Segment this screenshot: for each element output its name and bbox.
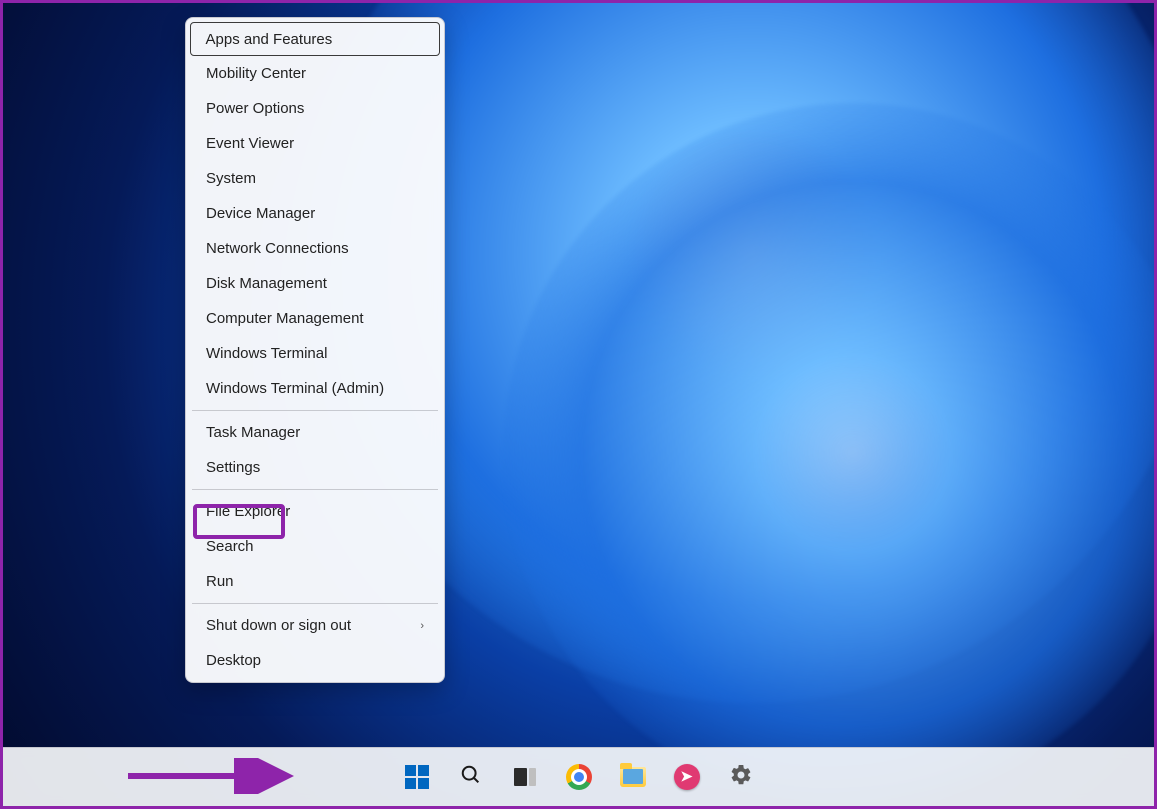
file-explorer-app[interactable] bbox=[613, 757, 653, 797]
menu-item-network-connections[interactable]: Network Connections bbox=[190, 231, 440, 266]
taskbar: ➤ bbox=[3, 747, 1154, 806]
search-icon bbox=[460, 764, 482, 790]
menu-item-label: Run bbox=[206, 573, 234, 590]
menu-item-task-manager[interactable]: Task Manager bbox=[190, 415, 440, 450]
menu-item-disk-management[interactable]: Disk Management bbox=[190, 266, 440, 301]
pinned-app[interactable]: ➤ bbox=[667, 757, 707, 797]
menu-separator bbox=[192, 603, 438, 604]
menu-item-label: Windows Terminal (Admin) bbox=[206, 380, 384, 397]
search-button[interactable] bbox=[451, 757, 491, 797]
menu-item-label: Computer Management bbox=[206, 310, 364, 327]
menu-item-mobility-center[interactable]: Mobility Center bbox=[190, 56, 440, 91]
screenshot-frame: Apps and Features Mobility Center Power Op… bbox=[0, 0, 1157, 809]
task-view-button[interactable] bbox=[505, 757, 545, 797]
folder-icon bbox=[620, 767, 646, 787]
menu-item-label: Settings bbox=[206, 459, 260, 476]
gear-icon bbox=[729, 763, 753, 791]
menu-item-label: Shut down or sign out bbox=[206, 617, 351, 634]
menu-item-settings[interactable]: Settings bbox=[190, 450, 440, 485]
menu-item-label: Event Viewer bbox=[206, 135, 294, 152]
chevron-right-icon: › bbox=[420, 620, 424, 632]
chrome-app[interactable] bbox=[559, 757, 599, 797]
menu-item-label: Task Manager bbox=[206, 424, 300, 441]
menu-separator bbox=[192, 410, 438, 411]
settings-app[interactable] bbox=[721, 757, 761, 797]
menu-item-label: Windows Terminal bbox=[206, 345, 327, 362]
menu-item-label: Device Manager bbox=[206, 205, 315, 222]
menu-item-device-manager[interactable]: Device Manager bbox=[190, 196, 440, 231]
menu-item-run[interactable]: Run bbox=[190, 564, 440, 599]
start-context-menu: Apps and Features Mobility Center Power Op… bbox=[185, 17, 445, 683]
menu-item-search[interactable]: Search bbox=[190, 529, 440, 564]
app-circle-icon: ➤ bbox=[674, 764, 700, 790]
start-button[interactable] bbox=[397, 757, 437, 797]
menu-item-label: Network Connections bbox=[206, 240, 349, 257]
menu-item-system[interactable]: System bbox=[190, 161, 440, 196]
menu-item-label: File Explorer bbox=[206, 503, 290, 520]
menu-item-power-options[interactable]: Power Options bbox=[190, 91, 440, 126]
menu-item-label: Mobility Center bbox=[206, 65, 306, 82]
menu-item-label: Power Options bbox=[206, 100, 304, 117]
task-view-icon bbox=[514, 766, 536, 788]
menu-item-label: Desktop bbox=[206, 652, 261, 669]
menu-item-label: Disk Management bbox=[206, 275, 327, 292]
menu-item-apps-and-features[interactable]: Apps and Features bbox=[190, 22, 440, 56]
menu-item-label: Apps and Features bbox=[206, 31, 333, 48]
menu-item-windows-terminal[interactable]: Windows Terminal bbox=[190, 336, 440, 371]
menu-item-file-explorer[interactable]: File Explorer bbox=[190, 494, 440, 529]
menu-separator bbox=[192, 489, 438, 490]
menu-item-computer-management[interactable]: Computer Management bbox=[190, 301, 440, 336]
menu-item-label: System bbox=[206, 170, 256, 187]
menu-item-shut-down-or-sign-out[interactable]: Shut down or sign out › bbox=[190, 608, 440, 643]
menu-item-windows-terminal-admin[interactable]: Windows Terminal (Admin) bbox=[190, 371, 440, 406]
chrome-icon bbox=[566, 764, 592, 790]
menu-item-event-viewer[interactable]: Event Viewer bbox=[190, 126, 440, 161]
menu-item-label: Search bbox=[206, 538, 254, 555]
windows-logo-icon bbox=[405, 765, 429, 789]
desktop-wallpaper bbox=[3, 3, 1154, 806]
menu-item-desktop[interactable]: Desktop bbox=[190, 643, 440, 678]
